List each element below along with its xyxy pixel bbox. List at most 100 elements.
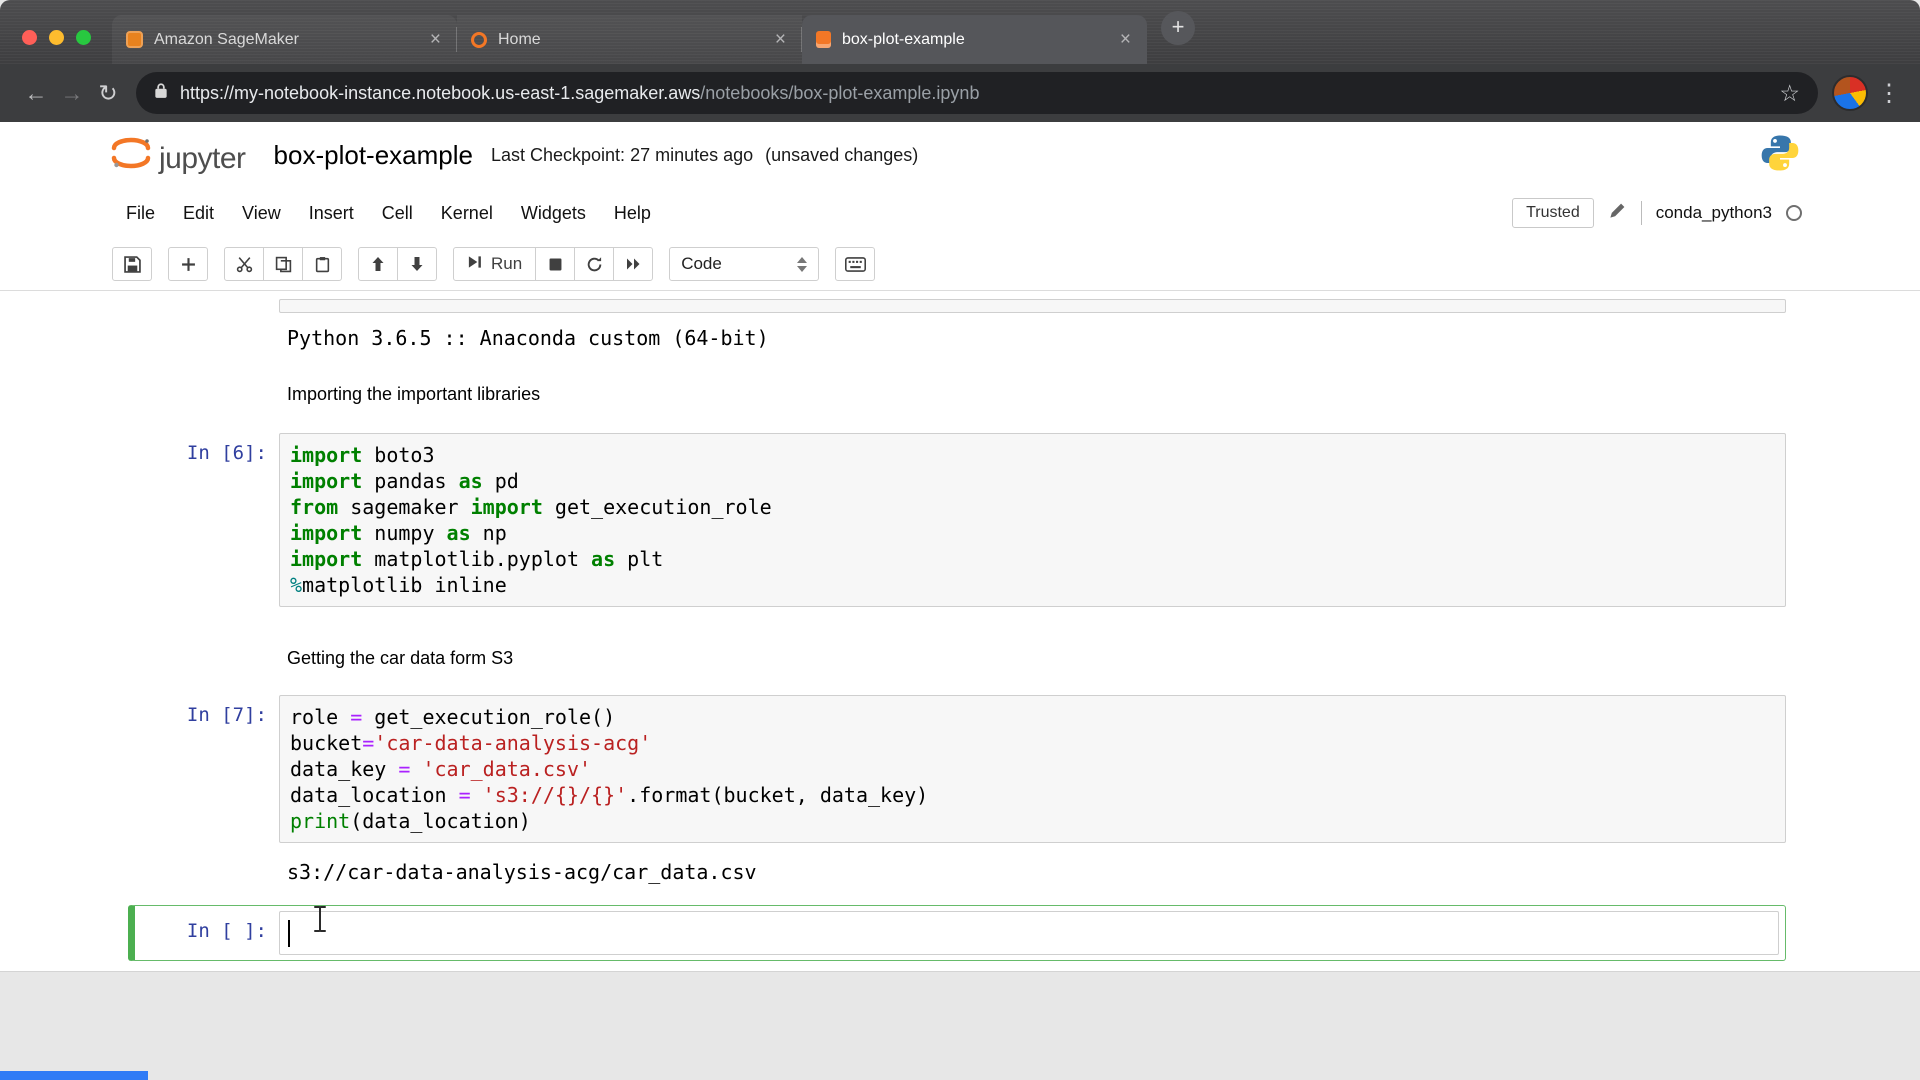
cell-prompt: In [7]:	[186, 704, 267, 726]
jupyter-menubar: File Edit View Insert Cell Kernel Widget…	[0, 188, 1920, 238]
jupyter-toolbar: Run Code	[0, 238, 1920, 291]
tab-label: Amazon SageMaker	[154, 30, 299, 48]
move-cell-up-button[interactable]	[358, 247, 398, 281]
url-host: https://my-notebook-instance.notebook.us…	[180, 82, 701, 103]
browser-tab-strip: Amazon SageMaker × Home × box-plot-examp…	[0, 0, 1920, 64]
tab-label: box-plot-example	[842, 30, 965, 48]
cell-prompt	[128, 643, 279, 671]
code-input[interactable]	[279, 911, 1779, 955]
menu-widgets[interactable]: Widgets	[507, 203, 600, 224]
jupyter-logo[interactable]: jupyter	[110, 137, 246, 174]
code-cell: In [7]: role = get_execution_role() bucke…	[128, 695, 1786, 843]
profile-avatar[interactable]	[1832, 75, 1868, 111]
add-cell-button[interactable]	[168, 247, 208, 281]
cut-cell-button[interactable]	[224, 247, 264, 281]
markdown-text: Importing the important libraries	[287, 384, 541, 404]
close-window-button[interactable]	[22, 30, 37, 45]
cell-prompt	[128, 857, 279, 885]
python-logo-icon	[1760, 133, 1800, 178]
tab-box-plot-example[interactable]: box-plot-example ×	[802, 15, 1147, 64]
selected-cell[interactable]: In [ ]:	[128, 905, 1786, 961]
page-bottom	[0, 971, 1920, 1080]
code-input[interactable]: role = get_execution_role() bucket='car-…	[279, 695, 1786, 843]
jupyter-logo-text: jupyter	[159, 141, 246, 175]
window-controls	[22, 30, 91, 45]
tab-label: Home	[498, 30, 541, 48]
markdown-cell[interactable]: Importing the important libraries	[128, 379, 1786, 407]
cell-prompt: In [6]:	[186, 442, 267, 464]
menu-help[interactable]: Help	[600, 203, 665, 224]
tab-close-icon[interactable]: ×	[1118, 29, 1133, 51]
menu-edit[interactable]: Edit	[169, 203, 228, 224]
command-palette-button[interactable]	[835, 247, 876, 281]
zoom-window-button[interactable]	[76, 30, 91, 45]
save-status-text: (unsaved changes)	[765, 144, 919, 165]
restart-kernel-button[interactable]	[574, 247, 615, 281]
notebook-title[interactable]: box-plot-example	[274, 140, 473, 171]
checkpoint-text: Last Checkpoint: 27 minutes ago	[490, 144, 754, 165]
copy-cell-button[interactable]	[263, 247, 303, 281]
notebook-area: Python 3.6.5 :: Anaconda custom (64-bit)…	[0, 291, 1920, 971]
jupyter-favicon-icon	[471, 31, 487, 48]
screen: Amazon SageMaker × Home × box-plot-examp…	[0, 0, 1920, 1080]
minimize-window-button[interactable]	[49, 30, 64, 45]
browser-menu-icon[interactable]: ⋮	[1876, 79, 1902, 108]
code-cell: In [6]: import boto3 import pandas as pd …	[128, 433, 1786, 607]
jupyter-header: jupyter box-plot-example Last Checkpoint…	[0, 122, 1920, 188]
tab-amazon-sagemaker[interactable]: Amazon SageMaker ×	[112, 15, 457, 64]
notebook-favicon-icon	[816, 31, 831, 48]
reload-button[interactable]: ↻	[90, 80, 126, 107]
lock-icon	[154, 82, 168, 104]
tab-close-icon[interactable]: ×	[773, 29, 788, 51]
trusted-button[interactable]: Trusted	[1512, 198, 1594, 228]
interrupt-kernel-button[interactable]	[535, 247, 576, 281]
code-text: role = get_execution_role() bucket='car-…	[290, 705, 929, 833]
forward-button[interactable]: →	[54, 80, 90, 107]
new-tab-button[interactable]: +	[1161, 11, 1195, 45]
output-row: s3://car-data-analysis-acg/car_data.csv	[128, 857, 1786, 885]
menu-cell[interactable]: Cell	[368, 203, 427, 224]
menu-view[interactable]: View	[228, 203, 295, 224]
cell-type-value: Code	[681, 254, 722, 273]
kernel-status-icon	[1786, 205, 1802, 221]
back-button[interactable]: ←	[18, 80, 54, 107]
text-caret	[288, 920, 290, 947]
menu-kernel[interactable]: Kernel	[427, 203, 507, 224]
code-text: import boto3 import pandas as pd from sa…	[290, 443, 772, 597]
jupyter-logo-icon	[110, 137, 152, 174]
save-button[interactable]	[112, 247, 152, 281]
code-input[interactable]: import boto3 import pandas as pd from sa…	[279, 433, 1786, 607]
cell-output-text: Python 3.6.5 :: Anaconda custom (64-bit)	[287, 326, 769, 350]
cell-prompt	[128, 379, 279, 407]
menubar-right: Trusted conda_python3	[1512, 198, 1802, 228]
cell-prompt	[128, 323, 279, 351]
cell-type-dropdown[interactable]: Code	[669, 247, 820, 281]
edit-mode-pencil-icon	[1608, 201, 1627, 225]
paste-cell-button[interactable]	[302, 247, 342, 281]
cell-prompt: In [ ]:	[186, 920, 267, 942]
menu-insert[interactable]: Insert	[295, 203, 368, 224]
address-bar[interactable]: https://my-notebook-instance.notebook.us…	[136, 72, 1818, 114]
url-path: /notebooks/box-plot-example.ipynb	[700, 82, 980, 103]
run-cell-button[interactable]: Run	[453, 247, 537, 281]
markdown-cell[interactable]: Getting the car data form S3	[128, 643, 1786, 671]
restart-run-all-button[interactable]	[613, 247, 654, 281]
run-icon	[467, 254, 482, 275]
markdown-text: Getting the car data form S3	[287, 648, 514, 668]
output-row: Python 3.6.5 :: Anaconda custom (64-bit)	[128, 323, 1786, 351]
url-text[interactable]: https://my-notebook-instance.notebook.us…	[180, 83, 979, 104]
cell-output-text: s3://car-data-analysis-acg/car_data.csv	[287, 860, 757, 884]
bottom-blue-strip	[0, 1071, 148, 1080]
partial-code-input[interactable]	[279, 299, 1786, 313]
menu-file[interactable]: File	[112, 203, 169, 224]
partial-cell	[128, 299, 1786, 313]
tab-close-icon[interactable]: ×	[428, 29, 443, 51]
cell-prompt	[128, 299, 279, 313]
tab-home[interactable]: Home ×	[457, 15, 802, 64]
move-cell-down-button[interactable]	[397, 247, 437, 281]
bookmark-star-icon[interactable]: ☆	[1779, 80, 1800, 107]
dropdown-arrows-icon	[797, 256, 808, 272]
browser-address-row: ← → ↻ https://my-notebook-instance.noteb…	[0, 64, 1920, 122]
sagemaker-favicon-icon	[126, 31, 143, 48]
kernel-name: conda_python3	[1655, 203, 1772, 222]
